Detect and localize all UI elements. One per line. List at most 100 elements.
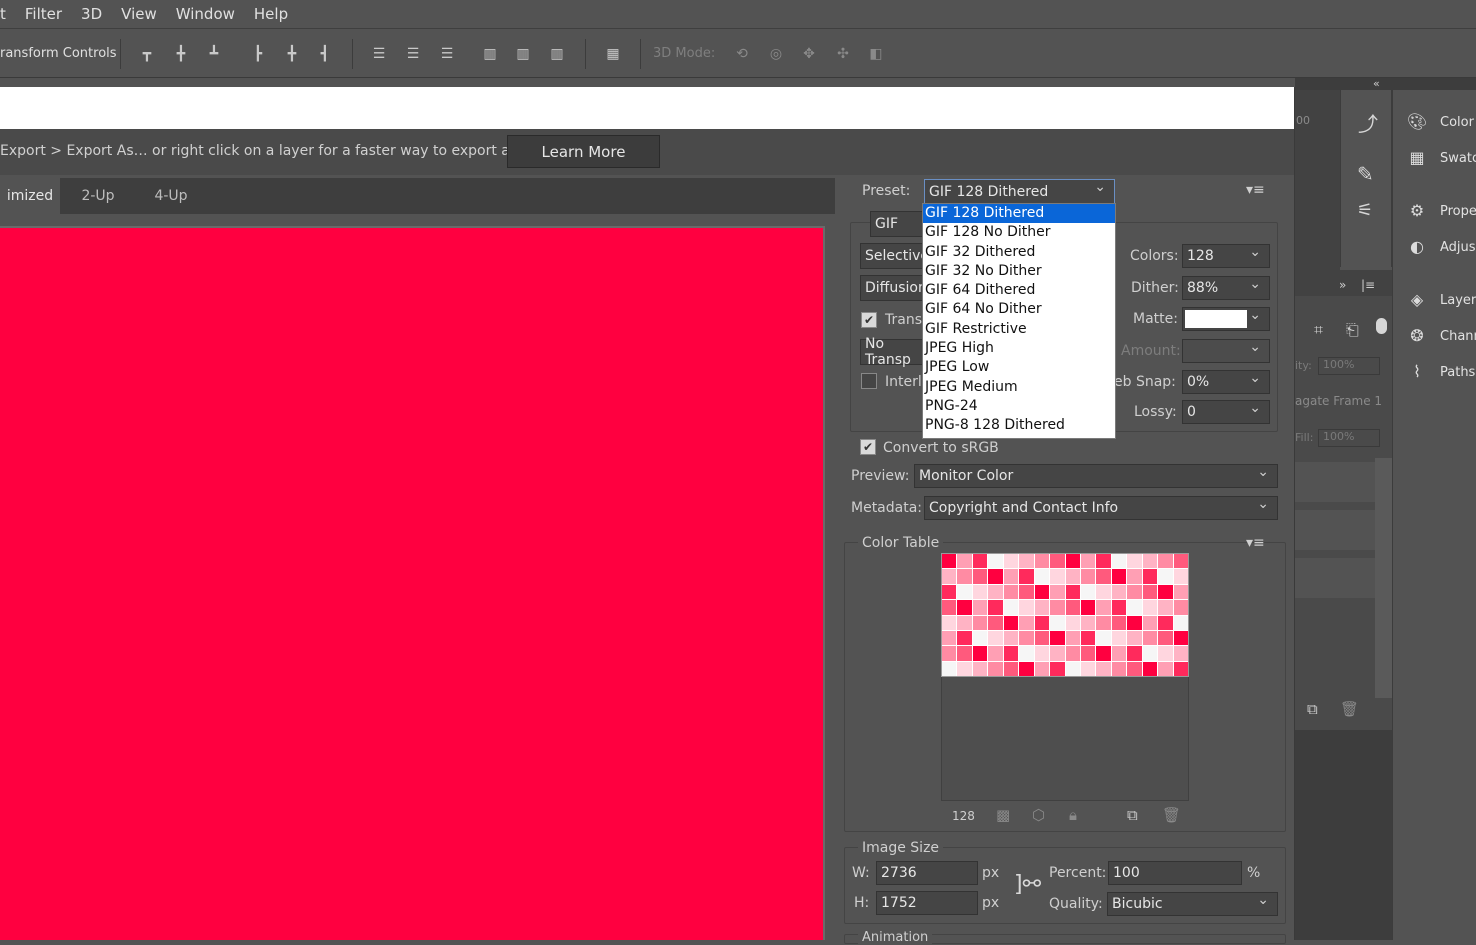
preset-option[interactable]: PNG-24 [923, 397, 1115, 416]
collapse-dock-icon[interactable]: « [1373, 77, 1380, 90]
width-field[interactable]: 2736 [876, 861, 978, 885]
map-transparency-icon[interactable]: ▩ [996, 806, 1010, 824]
expand-panel-icon[interactable]: » [1339, 278, 1346, 292]
distribute-right-icon[interactable]: ▥ [548, 45, 566, 63]
auto-align-icon[interactable]: ▦ [604, 45, 622, 63]
color-swatch[interactable] [1003, 615, 1019, 630]
scale-3d-icon[interactable]: ◧ [865, 45, 887, 63]
color-swatch[interactable] [1003, 554, 1019, 569]
constrain-proportions-icon[interactable]: ]⚯ [1014, 872, 1041, 897]
preview-canvas[interactable] [0, 226, 825, 940]
convert-srgb-checkbox[interactable]: ✔ [860, 439, 876, 455]
color-swatch[interactable] [1050, 569, 1065, 584]
tab-4up[interactable]: 4-Up [136, 178, 206, 214]
color-swatch[interactable] [1127, 661, 1142, 676]
color-swatch[interactable] [1003, 600, 1019, 615]
color-swatch[interactable] [942, 584, 957, 600]
fill-field[interactable]: 100% [1318, 429, 1380, 447]
color-swatch[interactable] [957, 615, 972, 630]
color-swatch[interactable] [1158, 630, 1173, 646]
color-swatch[interactable] [957, 584, 972, 600]
color-swatch[interactable] [1096, 630, 1111, 646]
panel-adjustments[interactable]: ◐ Adjus [1405, 232, 1476, 262]
color-swatch[interactable] [1050, 646, 1065, 661]
web-shift-icon[interactable]: ⬡ [1032, 806, 1045, 824]
color-swatch[interactable] [1158, 661, 1173, 676]
color-swatch[interactable] [1034, 584, 1050, 600]
color-swatch[interactable] [988, 569, 1003, 584]
color-swatch[interactable] [1096, 615, 1111, 630]
metadata-select[interactable]: Copyright and Contact Info [924, 496, 1278, 520]
color-swatch[interactable] [942, 600, 957, 615]
new-layer-icon[interactable]: ⧉ [1307, 700, 1318, 718]
tab-optimized[interactable]: imized [0, 178, 60, 214]
color-swatch[interactable] [1111, 554, 1127, 569]
distribute-top-icon[interactable]: ☰ [370, 45, 388, 63]
panel-channels[interactable]: ❂ Chann [1405, 321, 1476, 351]
reduction-select[interactable]: Selective [860, 243, 929, 269]
opacity-field[interactable]: 100% [1318, 357, 1380, 375]
color-swatch[interactable] [1065, 615, 1080, 630]
align-bottom-icon[interactable]: ┻ [205, 45, 223, 63]
color-swatch[interactable] [1019, 554, 1034, 569]
color-table-swatches[interactable] [941, 553, 1189, 677]
color-swatch[interactable] [1080, 646, 1096, 661]
color-swatch[interactable] [1096, 600, 1111, 615]
color-swatch[interactable] [972, 630, 988, 646]
color-swatch[interactable] [1096, 569, 1111, 584]
color-swatch[interactable] [1127, 569, 1142, 584]
color-swatch[interactable] [1173, 600, 1188, 615]
color-swatch[interactable] [972, 584, 988, 600]
history-panel-icon[interactable]: ⤴ [1358, 108, 1378, 137]
percent-field[interactable]: 100 [1108, 861, 1242, 885]
color-swatch[interactable] [988, 600, 1003, 615]
color-swatch[interactable] [1080, 554, 1096, 569]
lock-color-icon[interactable]: 🔒︎ [1069, 806, 1077, 824]
tab-2up[interactable]: 2-Up [62, 178, 134, 214]
color-swatch[interactable] [1173, 569, 1188, 584]
preset-option[interactable]: GIF 128 Dithered [923, 204, 1115, 224]
color-swatch[interactable] [1158, 569, 1173, 584]
color-swatch[interactable] [1019, 630, 1034, 646]
color-swatch[interactable] [1019, 646, 1034, 661]
color-swatch[interactable] [1111, 584, 1127, 600]
color-swatch[interactable] [942, 661, 957, 676]
color-swatch[interactable] [1003, 569, 1019, 584]
color-swatch[interactable] [1127, 584, 1142, 600]
transform-icon[interactable]: ⌗ [1314, 320, 1323, 340]
align-hcenter-icon[interactable]: ╋ [283, 45, 301, 63]
learn-more-button[interactable]: Learn More [507, 135, 660, 168]
color-swatch[interactable] [1111, 646, 1127, 661]
color-swatch[interactable] [1065, 554, 1080, 569]
panel-layers[interactable]: ◈ Layers [1405, 285, 1476, 315]
color-swatch[interactable] [957, 646, 972, 661]
color-swatch[interactable] [988, 630, 1003, 646]
color-swatch[interactable] [1080, 630, 1096, 646]
dither-field[interactable]: 88% [1182, 276, 1270, 300]
distribute-bottom-icon[interactable]: ☰ [438, 45, 456, 63]
colors-field[interactable]: 128 [1182, 244, 1270, 268]
preset-select[interactable]: GIF 128 Dithered [924, 179, 1115, 204]
panel-paths[interactable]: ⌇ Paths [1405, 357, 1475, 387]
color-swatch[interactable] [957, 569, 972, 584]
brush-panel-icon[interactable]: ✎ [1357, 162, 1374, 186]
color-swatch[interactable] [1142, 584, 1158, 600]
optimize-menu-icon[interactable]: ▾≡ [1246, 182, 1265, 198]
color-swatch[interactable] [1019, 615, 1034, 630]
color-swatch[interactable] [1003, 646, 1019, 661]
preset-option[interactable]: JPEG Medium [923, 378, 1115, 397]
color-swatch[interactable] [942, 646, 957, 661]
panel-properties[interactable]: ⚙ Prope [1405, 196, 1476, 226]
color-swatch[interactable] [1065, 584, 1080, 600]
color-swatch[interactable] [1019, 584, 1034, 600]
color-swatch[interactable] [1173, 584, 1188, 600]
new-color-icon[interactable]: ⧉ [1127, 806, 1138, 824]
color-swatch[interactable] [1019, 600, 1034, 615]
distribute-left-icon[interactable]: ▥ [481, 45, 499, 63]
color-swatch[interactable] [1111, 615, 1127, 630]
distribute-vcenter-icon[interactable]: ☰ [404, 45, 422, 63]
menu-window[interactable]: Window [176, 5, 235, 23]
color-swatch[interactable] [1111, 600, 1127, 615]
color-swatch[interactable] [1142, 600, 1158, 615]
color-swatch[interactable] [1158, 554, 1173, 569]
